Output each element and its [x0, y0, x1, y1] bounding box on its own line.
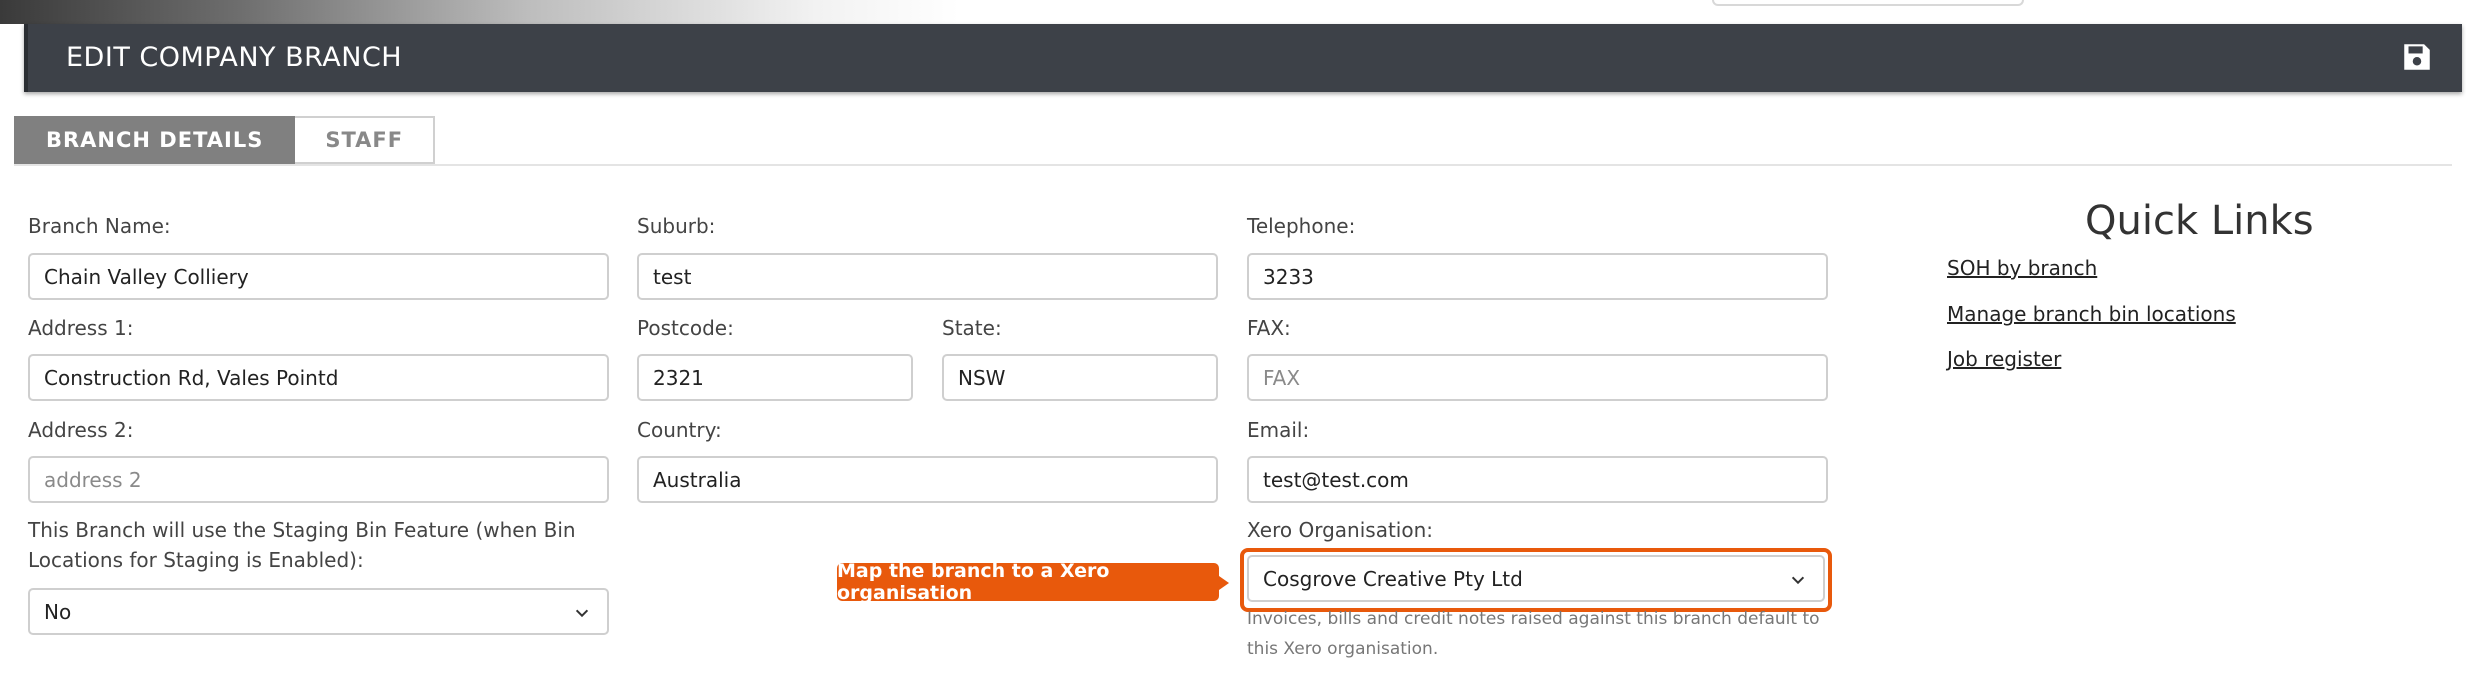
- state-label: State:: [942, 316, 1002, 340]
- top-app-bar: [0, 0, 2466, 24]
- fax-label: FAX:: [1247, 316, 1291, 340]
- brand-banner: [0, 0, 960, 24]
- telephone-input[interactable]: 3233: [1247, 253, 1828, 300]
- page-title: EDIT COMPANY BRANCH: [66, 42, 403, 73]
- telephone-label: Telephone:: [1247, 214, 1356, 238]
- save-icon[interactable]: [2400, 40, 2434, 74]
- tab-bar: BRANCH DETAILS STAFF: [14, 116, 436, 164]
- email-input[interactable]: test@test.com: [1247, 456, 1828, 503]
- staging-select[interactable]: No: [28, 588, 609, 635]
- chevron-down-icon: [575, 609, 589, 618]
- address2-label: Address 2:: [28, 418, 134, 442]
- fax-input[interactable]: FAX: [1247, 354, 1828, 401]
- country-input[interactable]: Australia: [637, 456, 1218, 503]
- quick-link-manage-bin-locations[interactable]: Manage branch bin locations: [1947, 302, 2236, 326]
- suburb-input[interactable]: test: [637, 253, 1218, 300]
- postcode-input[interactable]: 2321: [637, 354, 913, 401]
- chevron-down-icon: [1791, 576, 1805, 585]
- tab-divider: [14, 164, 2452, 166]
- staging-select-value: No: [44, 599, 72, 624]
- branch-name-input[interactable]: Chain Valley Colliery: [28, 253, 609, 300]
- email-label: Email:: [1247, 418, 1310, 442]
- tab-branch-details[interactable]: BRANCH DETAILS: [14, 116, 296, 164]
- xero-org-select[interactable]: Cosgrove Creative Pty Ltd: [1247, 555, 1825, 602]
- top-search-input[interactable]: [1712, 0, 2024, 6]
- tab-staff[interactable]: STAFF: [295, 116, 436, 164]
- quick-link-job-register[interactable]: Job register: [1947, 347, 2061, 371]
- state-input[interactable]: NSW: [942, 354, 1218, 401]
- postcode-label: Postcode:: [637, 316, 734, 340]
- suburb-label: Suburb:: [637, 214, 716, 238]
- address1-label: Address 1:: [28, 316, 134, 340]
- staging-label: This Branch will use the Staging Bin Fea…: [28, 518, 576, 572]
- branch-name-label: Branch Name:: [28, 214, 171, 238]
- address2-input[interactable]: address 2: [28, 456, 609, 503]
- xero-mapping-tooltip: Map the branch to a Xero organisation: [837, 560, 1229, 604]
- address1-input[interactable]: Construction Rd, Vales Pointd: [28, 354, 609, 401]
- quick-link-soh-by-branch[interactable]: SOH by branch: [1947, 256, 2097, 280]
- quick-links-title: Quick Links: [2085, 198, 2314, 244]
- country-label: Country:: [637, 418, 722, 442]
- xero-org-select-value: Cosgrove Creative Pty Ltd: [1263, 566, 1523, 591]
- xero-help-text: Invoices, bills and credit notes raised …: [1247, 609, 1820, 659]
- page-header: EDIT COMPANY BRANCH: [24, 24, 2462, 92]
- xero-org-label: Xero Organisation:: [1247, 518, 1434, 542]
